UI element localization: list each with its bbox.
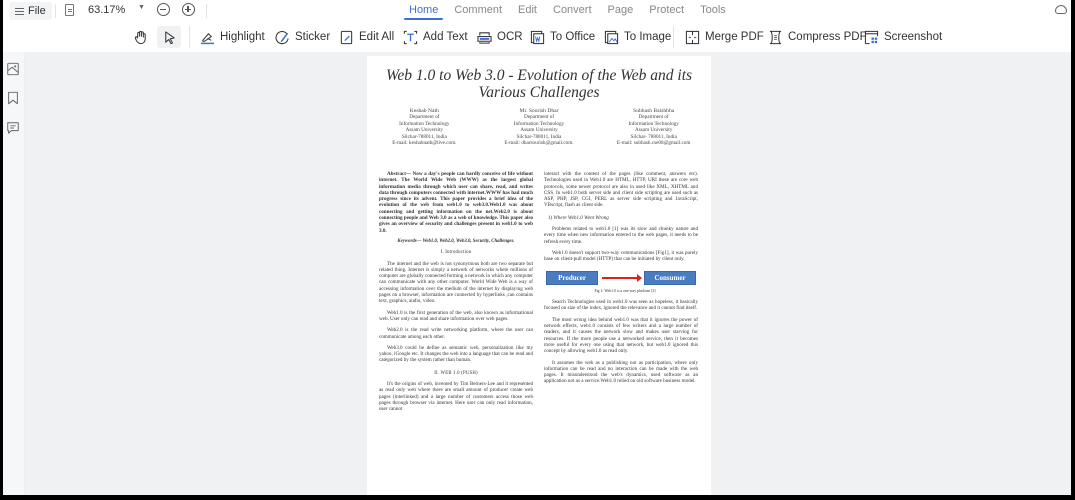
edit-all-button[interactable]: Edit All <box>336 26 397 48</box>
compress-icon <box>768 30 783 45</box>
figure-caption: Fig 1: Web1.0 is a one-way platform [3] <box>594 288 656 293</box>
cursor-arrow-icon <box>162 30 177 45</box>
abstract: Abstract— Now a day's people can hardly … <box>379 171 533 234</box>
hand-tool-button[interactable] <box>130 26 151 48</box>
cloud-upload-icon[interactable] <box>1055 5 1067 14</box>
tab-tools[interactable]: Tools <box>692 0 734 22</box>
pdf-editor-window: File 63.17% ▼ Home Comment Edit Convert … <box>3 0 1071 495</box>
section-heading: II. WEB 1.0 (PUSH) <box>434 370 478 376</box>
author-block: Mr. Sourish Dhar Department of Informati… <box>482 108 597 146</box>
thumbnails-icon[interactable] <box>6 62 20 76</box>
zoom-dropdown-caret-icon[interactable]: ▼ <box>138 4 145 11</box>
section-heading: I. Introduction <box>440 250 472 256</box>
to-image-button[interactable]: To Image <box>601 26 674 48</box>
author-block: Keshab Nath Department of Information Te… <box>367 108 482 146</box>
screenshot-icon <box>864 30 879 45</box>
divider <box>189 26 190 48</box>
file-menu-button[interactable]: File <box>9 2 52 20</box>
tab-protect[interactable]: Protect <box>641 0 692 22</box>
tab-convert[interactable]: Convert <box>545 0 600 22</box>
paragraph: It assumes the web as a publishing not a… <box>544 359 698 385</box>
tab-home[interactable]: Home <box>401 0 446 22</box>
arrow-icon <box>602 273 642 282</box>
toolbar: Highlight Sticker Edit All Add Text OCR <box>3 22 1071 52</box>
pdf-page[interactable]: Web 1.0 to Web 3.0 - Evolution of the We… <box>367 56 711 495</box>
highlight-button[interactable]: Highlight <box>197 26 268 48</box>
left-column: Abstract— Now a day's people can hardly … <box>379 171 533 418</box>
zoom-in-icon[interactable] <box>182 3 195 16</box>
edit-document-icon <box>339 30 354 45</box>
figure-diagram: Producer Consumer <box>546 270 696 285</box>
edit-all-label: Edit All <box>359 31 395 43</box>
author-email: E-mail: subhash.cse08@gmail.com <box>616 140 691 147</box>
paragraph: Problems related to web1.0 [1] was its s… <box>544 226 698 245</box>
hamburger-icon <box>15 7 24 15</box>
add-text-button[interactable]: Add Text <box>400 26 471 48</box>
image-convert-icon <box>604 30 619 45</box>
menu-bar: File 63.17% ▼ Home Comment Edit Convert … <box>3 0 1071 22</box>
add-text-label: Add Text <box>423 31 468 43</box>
paragraph: The internet and the web is not synonymo… <box>379 260 533 305</box>
compress-pdf-label: Compress PDF <box>788 31 867 43</box>
screenshot-label: Screenshot <box>884 31 943 43</box>
paragraph: Web1.0 doesn't support two-way communica… <box>544 249 698 263</box>
tab-comment[interactable]: Comment <box>446 0 510 22</box>
producer-box: Producer <box>546 270 598 285</box>
right-column: interact with the content of the pages (… <box>544 171 698 390</box>
to-office-label: To Office <box>550 31 596 43</box>
zoom-level-field[interactable]: 63.17% <box>88 4 125 16</box>
screenshot-button[interactable]: Screenshot <box>861 26 945 48</box>
divider <box>673 26 674 48</box>
word-document-icon <box>530 30 545 45</box>
left-sidebar <box>3 52 25 495</box>
ribbon-tabs: Home Comment Edit Convert Page Protect T… <box>401 0 734 22</box>
highlighter-icon <box>200 30 215 45</box>
document-workspace: Web 1.0 to Web 3.0 - Evolution of the We… <box>3 52 1071 495</box>
paragraph: Web1.0 is the first generation of the we… <box>379 309 533 322</box>
divider <box>55 4 56 18</box>
add-text-icon <box>403 30 418 45</box>
comment-icon[interactable] <box>6 121 20 135</box>
to-office-button[interactable]: To Office <box>527 26 598 48</box>
tab-edit[interactable]: Edit <box>510 0 545 22</box>
sticker-icon <box>275 30 290 45</box>
highlight-label: Highlight <box>220 31 265 43</box>
divider <box>206 4 207 18</box>
keywords: Keywords— Web1.0, Web2.0, Web3.0, Securi… <box>397 238 515 244</box>
hand-icon <box>133 30 148 45</box>
paragraph: Search Technologies used in web1.0 was s… <box>544 299 698 312</box>
paragraph: Web2.0 is the read write networking plat… <box>379 327 533 340</box>
select-tool-button[interactable] <box>157 26 181 48</box>
paper-title: Web 1.0 to Web 3.0 - Evolution of the We… <box>385 67 693 101</box>
author-email: E-mail: keshabnath@live.com. <box>392 140 457 147</box>
paragraph: Web3.0 could be define as semantic web, … <box>379 344 533 364</box>
bookmark-icon[interactable] <box>6 91 20 105</box>
paragraph: It's the origins of web, invented by Tim… <box>379 381 533 413</box>
consumer-box: Consumer <box>644 270 696 285</box>
file-label: File <box>28 5 46 17</box>
subsection-heading: 1) Where Web1.0 Went Wrong <box>548 214 609 221</box>
author-email: E-mail: dharsourish@gmail.com. <box>504 140 574 147</box>
author-list: Keshab Nath Department of Information Te… <box>367 108 711 146</box>
merge-pdf-button[interactable]: Merge PDF <box>682 26 767 48</box>
paragraph: The most wrong idea behind web1.0 was th… <box>544 316 698 355</box>
compress-pdf-button[interactable]: Compress PDF <box>765 26 870 48</box>
to-image-label: To Image <box>624 31 672 43</box>
sticker-button[interactable]: Sticker <box>272 26 333 48</box>
paragraph: interact with the content of the pages (… <box>544 171 698 209</box>
ocr-scan-icon <box>477 30 492 45</box>
tab-page[interactable]: Page <box>600 0 642 22</box>
zoom-out-icon[interactable] <box>157 3 170 16</box>
sticker-label: Sticker <box>295 31 331 43</box>
ocr-button[interactable]: OCR <box>474 26 526 48</box>
merge-icon <box>685 30 700 45</box>
author-block: Subhash Baishbha Department of Informati… <box>596 108 711 146</box>
page-view-icon[interactable] <box>65 4 74 16</box>
merge-pdf-label: Merge PDF <box>705 31 764 43</box>
ocr-label: OCR <box>497 31 523 43</box>
